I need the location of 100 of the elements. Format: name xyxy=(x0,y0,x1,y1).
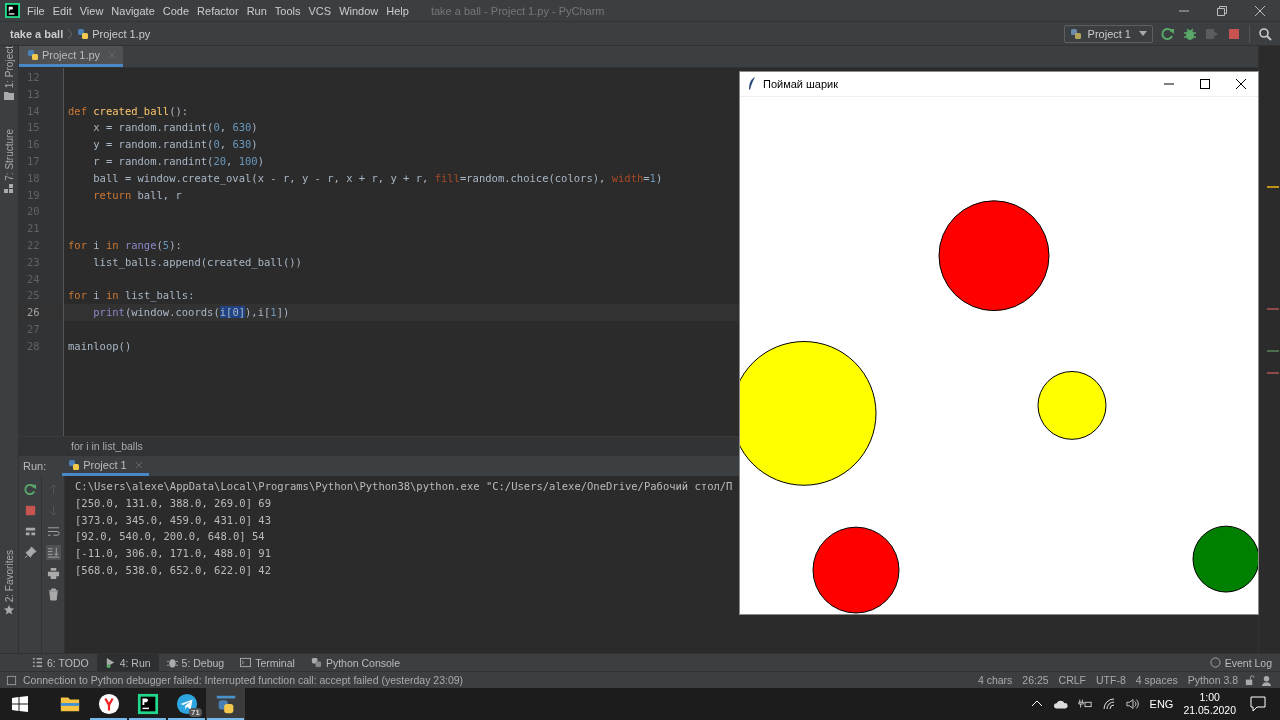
panel-toggle-icon[interactable] xyxy=(6,674,17,686)
menu-item[interactable]: Run xyxy=(246,4,267,17)
status-item[interactable]: CRLF xyxy=(1058,674,1086,686)
code-line: r = random.randint(20, 100) xyxy=(92,155,264,167)
console-output-line: [250.0, 131.0, 388.0, 269.0] 69 xyxy=(75,495,272,511)
menu-item[interactable]: Help xyxy=(386,4,409,17)
maximize-icon[interactable] xyxy=(1200,79,1210,89)
python-icon xyxy=(310,657,322,668)
tool-window-button[interactable]: 5: Debug xyxy=(158,654,233,671)
ball[interactable] xyxy=(1037,370,1107,440)
status-item[interactable]: UTF-8 xyxy=(1096,674,1126,686)
rerun-icon[interactable] xyxy=(1161,26,1175,41)
person-icon[interactable] xyxy=(1261,674,1272,686)
notifications-icon[interactable] xyxy=(1250,696,1266,712)
menu-item[interactable]: VCS xyxy=(308,4,332,17)
console-output-line: [92.0, 540.0, 200.0, 648.0] 54 xyxy=(75,529,266,545)
menu-item[interactable]: Edit xyxy=(52,4,72,17)
star-icon xyxy=(4,605,14,615)
code-line: for i in range(5): xyxy=(68,238,182,251)
menu-item[interactable]: File xyxy=(27,4,45,17)
tool-window-tab[interactable]: 2: Favorites xyxy=(3,549,15,602)
python-file-icon xyxy=(27,49,39,61)
status-item[interactable]: 26:25 xyxy=(1022,674,1049,686)
browser-icon[interactable] xyxy=(97,693,120,715)
pycharm-logo-icon xyxy=(5,3,20,18)
tool-window-button[interactable]: 6: TODO xyxy=(24,654,97,671)
list-icon xyxy=(32,657,43,668)
stop-icon[interactable] xyxy=(1227,26,1241,41)
editor-tab[interactable]: Project 1.py xyxy=(19,46,124,67)
code-line: print(window.coords(i[0]),i[1]) xyxy=(92,306,290,319)
ball[interactable] xyxy=(812,526,900,614)
lock-icon[interactable] xyxy=(1244,674,1255,686)
soft-wrap-icon[interactable] xyxy=(45,524,61,539)
folder-icon xyxy=(4,91,14,102)
scroll-to-end-icon[interactable] xyxy=(45,545,61,560)
status-message: Connection to Python debugger failed: Interrupted function call: accept failed (yesterday 23:09) xyxy=(23,674,464,686)
notification-badge: 71 xyxy=(189,708,202,717)
feather-icon xyxy=(748,77,756,91)
breadcrumb-item[interactable]: Project 1.py xyxy=(92,27,151,40)
tool-window-button[interactable]: 4: Run xyxy=(96,654,159,671)
code-line: x = random.randint(0, 630) xyxy=(92,121,258,134)
restore-icon[interactable] xyxy=(1217,5,1227,16)
python-icon[interactable] xyxy=(214,693,237,715)
wifi-icon[interactable] xyxy=(1101,698,1116,710)
code-line: for i in list_balls: xyxy=(68,289,195,302)
clock-time[interactable]: 1:00 xyxy=(1199,691,1220,704)
cloud-icon[interactable] xyxy=(1053,698,1068,710)
speech-bubble-icon xyxy=(1209,657,1221,668)
breadcrumb-item[interactable]: take a ball xyxy=(10,27,64,40)
console-output-line: [-11.0, 306.0, 171.0, 488.0] 91 xyxy=(75,546,272,562)
windows-start-icon[interactable] xyxy=(12,696,28,712)
breadcrumb-footer[interactable]: for i in list_balls xyxy=(71,440,143,452)
console-output-line: C:\Users\alexe\AppData\Local\Programs\Python\Python38\python.exe "C:/Users/alexe/OneDrive/Рабочий стол/П xyxy=(75,479,734,494)
status-item[interactable]: Python 3.8 xyxy=(1187,674,1238,686)
print-icon[interactable] xyxy=(45,566,61,581)
window-title: take a ball - Project 1.py - PyCharm xyxy=(430,4,605,17)
menu-item[interactable]: Navigate xyxy=(111,4,155,17)
code-line: ball = window.create_oval(x - r, y - r, x + r, y + r, fill=random.choice(colors), width=1) xyxy=(92,171,663,184)
python-icon xyxy=(68,458,81,471)
rerun-icon[interactable] xyxy=(22,482,38,497)
code-line: return ball, r xyxy=(92,188,182,201)
clock-date[interactable]: 21.05.2020 xyxy=(1183,704,1236,717)
status-item[interactable]: 4 chars xyxy=(977,674,1013,686)
search-icon[interactable] xyxy=(1258,26,1272,41)
code-line: y = random.randint(0, 630) xyxy=(92,138,258,151)
menu-item[interactable]: Tools xyxy=(274,4,301,17)
paper-plane-icon[interactable] xyxy=(175,693,198,715)
language-indicator[interactable]: ENG xyxy=(1149,698,1174,710)
tool-window-tab[interactable]: 7: Structure xyxy=(3,129,15,181)
window-title: Поймай шарик xyxy=(763,78,839,90)
console-output-line: [568.0, 538.0, 652.0, 622.0] 42 xyxy=(75,563,272,578)
bug-icon[interactable] xyxy=(1183,26,1197,41)
chevron-icon xyxy=(67,27,74,40)
menu-item[interactable]: Window xyxy=(339,4,379,17)
run-label: Run: xyxy=(23,460,47,472)
ball[interactable] xyxy=(938,200,1050,312)
menu-item[interactable]: Code xyxy=(162,4,190,17)
play-icon xyxy=(104,657,116,668)
code-line: def created_ball(): xyxy=(68,104,189,117)
event-log-button[interactable]: Event Log xyxy=(1201,654,1280,671)
ide-icon[interactable] xyxy=(136,693,159,715)
console-output-line: [373.0, 345.0, 459.0, 431.0] 43 xyxy=(75,512,272,528)
speaker-icon[interactable] xyxy=(1125,698,1140,710)
tool-window-tab[interactable]: 1: Project xyxy=(3,46,15,89)
battery-icon[interactable] xyxy=(1077,698,1092,710)
run-configuration-dropdown[interactable]: Project 1 xyxy=(1063,24,1153,43)
status-item[interactable]: 4 spaces xyxy=(1135,674,1178,686)
close-icon[interactable] xyxy=(1236,79,1246,89)
pin-icon[interactable] xyxy=(22,545,38,560)
tool-window-button[interactable]: Terminal xyxy=(232,654,303,671)
caret-icon xyxy=(1139,31,1147,36)
menu-item[interactable]: View xyxy=(79,4,104,17)
run-tab[interactable]: Project 1 xyxy=(62,456,149,476)
tool-window-button[interactable]: Python Console xyxy=(302,654,409,671)
python-file-icon xyxy=(77,27,90,40)
code-line: list_balls.append(created_ball()) xyxy=(92,255,302,268)
menu-item[interactable]: Refactor xyxy=(197,4,239,17)
terminal-icon xyxy=(240,657,252,668)
structure-icon xyxy=(4,183,14,194)
python-icon xyxy=(1069,27,1082,40)
